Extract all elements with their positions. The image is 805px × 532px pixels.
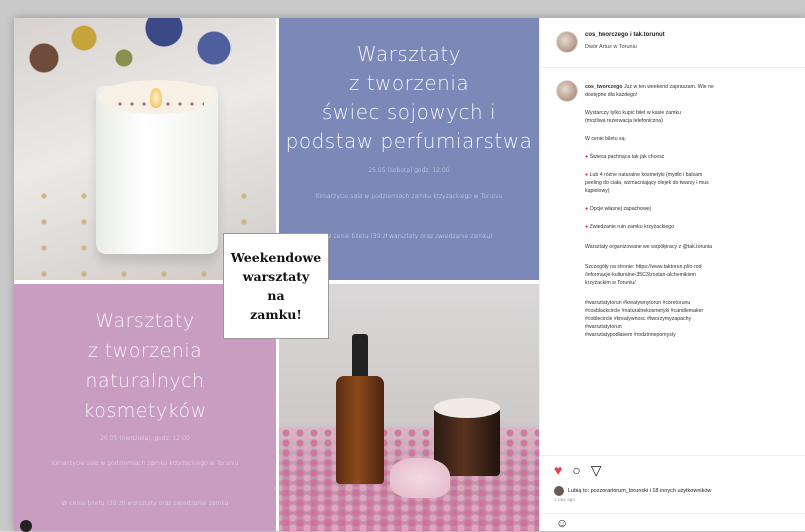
post-date: 1 day ago xyxy=(554,498,576,503)
title-line: podstaw perfumiarstwa xyxy=(285,129,533,153)
caption-link[interactable]: krzyżackim w Toruniu/ xyxy=(585,280,636,286)
hashtag-line[interactable]: #warsztatytorun xyxy=(585,324,622,330)
caption-username[interactable]: cos_tworczego xyxy=(585,84,622,90)
caption-line: ● Świeca pachnąca tak jak chcesz xyxy=(585,154,664,160)
caption-line: Warsztaty organizowane we współpracy z @… xyxy=(585,244,713,250)
avatar[interactable] xyxy=(556,80,578,102)
title-line: z tworzenia xyxy=(87,340,203,362)
share-icon[interactable]: ▽ xyxy=(591,463,602,477)
bullet-icon: ● xyxy=(585,206,589,212)
bullet-icon: ● xyxy=(585,172,589,178)
caption-link[interactable]: /informacje-kulturalne-35C3/zostan-alche… xyxy=(585,272,696,278)
screenshot-frame: Warsztaty z tworzenia świec sojowych i p… xyxy=(0,0,805,532)
action-bar: ♥ ○ ▽ xyxy=(554,462,602,478)
rose-quartz-crystal xyxy=(390,458,450,498)
caption-link[interactable]: Szczegóły na stronie: https://www.taktor… xyxy=(585,264,702,270)
smile-icon[interactable]: ☺ xyxy=(556,516,568,530)
bullet-icon: ● xyxy=(585,154,589,160)
title-line: naturalnych xyxy=(85,370,205,392)
candle-workshop-date: 25.05 (sobota) godz. 12:00 xyxy=(368,167,450,174)
post-image[interactable]: Warsztaty z tworzenia świec sojowych i p… xyxy=(14,18,539,531)
post-username[interactable]: cos_tworczego i tak.torunut xyxy=(585,32,665,38)
avatar[interactable] xyxy=(556,31,578,53)
caption-line: (możliwa rezerwacja telefoniczna) xyxy=(585,118,663,124)
cosmetics-workshop-price: W cenie biletu (39 zł) warsztaty oraz zw… xyxy=(61,500,229,507)
caption-text: Opcje własnej zapachowej xyxy=(589,206,651,212)
likes-summary[interactable]: Lubią to: pozzorariorum_torunski i 18 in… xyxy=(554,486,711,496)
heart-icon[interactable]: ♥ xyxy=(554,463,562,477)
candle-workshop-place: Kimarzycie sala w podziemiach zamku krzy… xyxy=(315,193,503,200)
post-location[interactable]: Dwór Artus w Toruniu xyxy=(585,44,637,50)
spray-bottle-neck xyxy=(352,334,368,380)
title-line: świec sojowych i xyxy=(321,100,497,124)
caption-text: Zwiedzanie ruin zamku krzyżackiego xyxy=(589,224,675,230)
title-line: z tworzenia xyxy=(348,71,470,95)
jar-cream-top xyxy=(434,398,500,418)
hashtag-line[interactable]: #cosblackcircle #naturalnekosmetyki #can… xyxy=(585,308,703,314)
post-header: cos_tworczego i tak.torunut Dwór Artus w… xyxy=(540,18,805,68)
hashtag-line[interactable]: #coblecircle #kreatywnosc #tworzymyzapac… xyxy=(585,316,691,322)
bullet-icon: ● xyxy=(585,224,589,230)
caption-line: ● Zwiedzanie ruin zamku krzyżackiego xyxy=(585,224,674,230)
caption-line: ● Lub 4 różne naturalne kosmetyki (mydło… xyxy=(585,172,702,178)
likes-text[interactable]: Lubią to: pozzorariorum_torunski i 18 in… xyxy=(568,488,711,494)
instagram-post-window: Warsztaty z tworzenia świec sojowych i p… xyxy=(14,18,805,531)
divider xyxy=(540,455,805,456)
caption-line: cos_tworczego Już w ten weekend zaprasza… xyxy=(585,84,714,90)
candle-workshop-title: Warsztaty z tworzenia świec sojowych i p… xyxy=(279,40,539,156)
caption-text: Świeca pachnąca tak jak chcesz xyxy=(589,154,665,160)
add-comment-bar[interactable]: ☺ xyxy=(540,513,805,531)
caption-line: ● Opcje własnej zapachowej xyxy=(585,206,651,212)
weekend-workshops-badge: Weekendowe warsztaty na zamku! xyxy=(223,233,329,339)
badge-text: Weekendowe warsztaty na zamku! xyxy=(230,250,322,322)
cosmetics-workshop-place: Kimarzycie sala w podziemiach zamku krzy… xyxy=(51,460,239,467)
amber-bottle xyxy=(336,376,384,484)
title-line: kosmetyków xyxy=(83,400,207,422)
caption-text: Już w ten weekend zapraszam. Wie ne xyxy=(623,84,714,90)
hashtag-line[interactable]: #warsztatytorun #kreatywnytorun #coretor… xyxy=(585,300,690,306)
caption-line: kąpielowy) xyxy=(585,188,610,194)
hashtag-line[interactable]: #warsztatypodlasem #rodzinnepomysly xyxy=(585,332,676,338)
cosmetics-workshop-date: 26.05 (niedziela), godz. 12:00 xyxy=(100,435,190,442)
caption-line: Wystarczy tylko kupić bilet w kasie zamk… xyxy=(585,110,681,116)
caption-text: Lub 4 różne naturalne kosmetyki (mydło i… xyxy=(589,172,703,178)
comment-icon[interactable]: ○ xyxy=(572,463,580,477)
caption-line: dostępne dla każdego! xyxy=(585,92,638,98)
title-line: Warsztaty xyxy=(356,42,462,66)
caption-line: peeling do ciała, wzmacniający olejek do… xyxy=(585,180,709,186)
caption: cos_tworczego Już w ten weekend zaprasza… xyxy=(540,68,805,453)
candle-flame xyxy=(150,88,162,108)
caption-line: W cenie biletu są: xyxy=(585,136,626,142)
post-sidebar: cos_tworczego i tak.torunut Dwór Artus w… xyxy=(539,18,805,531)
corner-dot xyxy=(20,520,32,532)
avatar xyxy=(554,486,564,496)
